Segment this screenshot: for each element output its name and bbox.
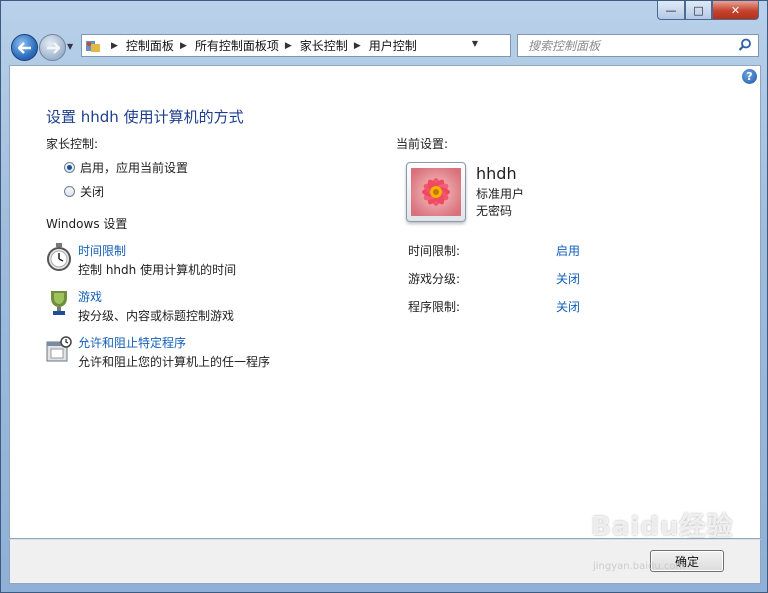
minimize-button[interactable]: — bbox=[657, 1, 685, 20]
help-icon[interactable]: ? bbox=[742, 69, 757, 84]
radio-enable-label[interactable]: 启用，应用当前设置 bbox=[80, 159, 188, 176]
radio-disable-label[interactable]: 关闭 bbox=[80, 183, 104, 200]
setting-value-link[interactable]: 关闭 bbox=[556, 298, 580, 315]
allow-block-programs-desc: 允许和阻止您的计算机上的任一程序 bbox=[78, 355, 271, 369]
radio-button[interactable] bbox=[64, 186, 75, 197]
arrow-right-icon bbox=[46, 41, 60, 54]
games-desc: 按分级、内容或标题控制游戏 bbox=[78, 309, 235, 323]
content-pane: ? 设置 hhdh 使用计算机的方式 家长控制: 启用，应用当前设置 关闭 Wi… bbox=[9, 65, 761, 539]
radio-disable[interactable]: 关闭 bbox=[64, 183, 104, 200]
current-settings-label: 当前设置: bbox=[396, 137, 449, 151]
control-panel-window: — □ ✕ ▼ ▶ 控制面板 ▶ 所有控制面板项 ▶ 家长控制 ▶ 用户控制 ▼… bbox=[0, 0, 768, 593]
close-button[interactable]: ✕ bbox=[712, 1, 759, 20]
setting-row-time-limits: 时间限制: 启用 bbox=[408, 242, 608, 259]
breadcrumb-separator[interactable]: ▶ bbox=[285, 41, 292, 51]
list-item: 游戏 按分级、内容或标题控制游戏 bbox=[44, 288, 234, 324]
radio-enable[interactable]: 启用，应用当前设置 bbox=[64, 159, 188, 176]
flower-avatar-icon bbox=[411, 168, 461, 216]
setting-value-link[interactable]: 关闭 bbox=[556, 270, 580, 287]
breadcrumb-item-user-controls[interactable]: 用户控制 bbox=[369, 37, 417, 54]
radio-button-selected[interactable] bbox=[64, 162, 75, 173]
breadcrumb-item-control-panel[interactable]: 控制面板 bbox=[126, 37, 174, 54]
maximize-button[interactable]: □ bbox=[685, 1, 712, 20]
avatar bbox=[406, 162, 466, 222]
caption-buttons: — □ ✕ bbox=[657, 1, 759, 21]
back-button[interactable] bbox=[11, 34, 38, 61]
list-item: 允许和阻止特定程序 允许和阻止您的计算机上的任一程序 bbox=[44, 334, 270, 370]
time-limits-desc: 控制 hhdh 使用计算机的时间 bbox=[78, 263, 237, 277]
allow-block-programs-link[interactable]: 允许和阻止特定程序 bbox=[78, 334, 270, 351]
setting-label: 时间限制: bbox=[408, 244, 461, 258]
password-status: 无密码 bbox=[476, 204, 513, 218]
setting-row-game-ratings: 游戏分级: 关闭 bbox=[408, 270, 608, 287]
account-type: 标准用户 bbox=[476, 187, 525, 201]
arrow-left-icon bbox=[17, 41, 31, 54]
setting-label: 游戏分级: bbox=[408, 272, 461, 286]
watermark-url: jingyan.baidu.com bbox=[593, 561, 686, 572]
game-trophy-icon bbox=[51, 291, 67, 315]
list-item: 时间限制 控制 hhdh 使用计算机的时间 bbox=[44, 242, 236, 278]
search-box[interactable] bbox=[517, 34, 759, 57]
address-history-dropdown[interactable]: ▼ bbox=[472, 39, 478, 48]
breadcrumb: 控制面板 ▶ 所有控制面板项 ▶ 家长控制 ▶ 用户控制 bbox=[126, 37, 417, 54]
time-limits-link[interactable]: 时间限制 bbox=[78, 242, 236, 259]
forward-button[interactable] bbox=[39, 34, 66, 61]
search-icon[interactable] bbox=[738, 38, 752, 52]
control-panel-icon bbox=[86, 40, 100, 52]
address-bar[interactable]: ▶ 控制面板 ▶ 所有控制面板项 ▶ 家长控制 ▶ 用户控制 ▼ bbox=[81, 34, 587, 57]
parental-control-label: 家长控制: bbox=[46, 137, 99, 151]
program-block-icon bbox=[46, 336, 72, 362]
breadcrumb-separator[interactable]: ▶ bbox=[111, 41, 118, 51]
breadcrumb-item-parental-controls[interactable]: 家长控制 bbox=[300, 37, 348, 54]
windows-settings-label: Windows 设置 bbox=[46, 217, 128, 231]
watermark-logo: Baidu经验 bbox=[591, 512, 734, 542]
navigation-bar: ▼ ▶ 控制面板 ▶ 所有控制面板项 ▶ 家长控制 ▶ 用户控制 ▼ bbox=[1, 29, 767, 63]
games-link[interactable]: 游戏 bbox=[78, 288, 234, 305]
recent-pages-dropdown[interactable]: ▼ bbox=[67, 42, 73, 51]
breadcrumb-item-all-items[interactable]: 所有控制面板项 bbox=[195, 37, 279, 54]
breadcrumb-separator[interactable]: ▶ bbox=[354, 41, 361, 51]
search-input[interactable] bbox=[526, 35, 730, 57]
setting-label: 程序限制: bbox=[408, 300, 461, 314]
setting-row-program-limits: 程序限制: 关闭 bbox=[408, 298, 608, 315]
page-title: 设置 hhdh 使用计算机的方式 bbox=[46, 108, 244, 126]
username: hhdh bbox=[476, 164, 517, 183]
stopwatch-icon bbox=[47, 243, 71, 271]
breadcrumb-separator[interactable]: ▶ bbox=[180, 41, 187, 51]
setting-value-link[interactable]: 启用 bbox=[556, 242, 580, 259]
